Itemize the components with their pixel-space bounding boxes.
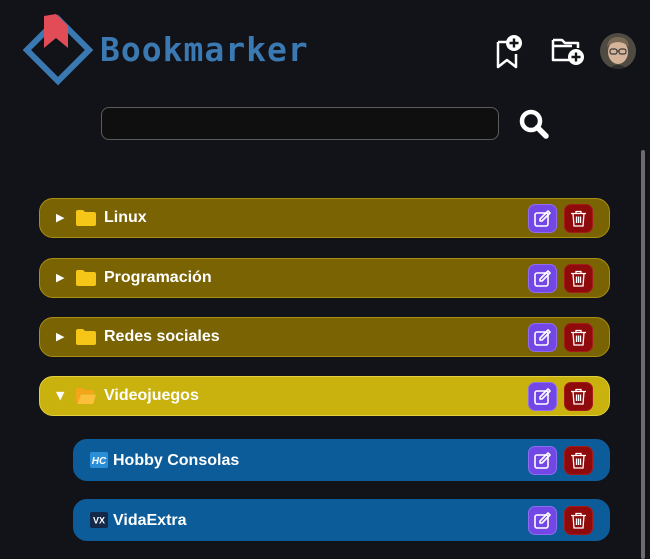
expand-toggle-icon[interactable]: ▶ — [56, 329, 68, 345]
bookmarker-logo[interactable] — [22, 14, 94, 86]
edit-icon — [534, 388, 551, 405]
edit-button[interactable] — [528, 382, 557, 411]
edit-icon — [534, 210, 551, 227]
bookmark-plus-icon[interactable] — [494, 34, 526, 70]
delete-button[interactable] — [564, 264, 593, 293]
folder-icon — [76, 210, 96, 226]
folder-open-icon — [76, 388, 96, 404]
trash-icon — [571, 270, 586, 287]
delete-button[interactable] — [564, 506, 593, 535]
search-icon[interactable] — [518, 108, 550, 140]
folder-row-videojuegos[interactable]: ▼ Videojuegos — [39, 376, 610, 416]
folder-row-redes-sociales[interactable]: ▶ Redes sociales — [39, 317, 610, 357]
folder-label: Videojuegos — [104, 387, 199, 404]
collapse-toggle-icon[interactable]: ▼ — [56, 388, 68, 404]
delete-button[interactable] — [564, 382, 593, 411]
folder-label: Redes sociales — [104, 328, 220, 345]
trash-icon — [571, 329, 586, 346]
search-input[interactable] — [101, 107, 499, 140]
edit-button[interactable] — [528, 323, 557, 352]
expand-toggle-icon[interactable]: ▶ — [56, 210, 68, 226]
delete-button[interactable] — [564, 204, 593, 233]
bookmark-row-vidaextra[interactable]: VX VidaExtra — [73, 499, 610, 541]
folder-icon — [76, 329, 96, 345]
edit-button[interactable] — [528, 506, 557, 535]
svg-text:HC: HC — [92, 456, 107, 467]
folder-label: Programación — [104, 269, 212, 286]
edit-icon — [534, 452, 551, 469]
hobby-consolas-favicon-icon: HC — [90, 452, 108, 468]
user-avatar[interactable] — [600, 33, 636, 69]
folder-plus-icon[interactable] — [550, 34, 586, 66]
delete-button[interactable] — [564, 323, 593, 352]
svg-text:VX: VX — [93, 516, 105, 526]
trash-icon — [571, 452, 586, 469]
edit-button[interactable] — [528, 264, 557, 293]
edit-button[interactable] — [528, 446, 557, 475]
folder-row-linux[interactable]: ▶ Linux — [39, 198, 610, 238]
app-title: Bookmarker — [100, 30, 309, 69]
edit-icon — [534, 329, 551, 346]
edit-button[interactable] — [528, 204, 557, 233]
delete-button[interactable] — [564, 446, 593, 475]
edit-icon — [534, 512, 551, 529]
folder-row-programacion[interactable]: ▶ Programación — [39, 258, 610, 298]
expand-toggle-icon[interactable]: ▶ — [56, 270, 68, 286]
trash-icon — [571, 388, 586, 405]
folder-label: Linux — [104, 209, 147, 226]
edit-icon — [534, 270, 551, 287]
bookmark-label: VidaExtra — [113, 512, 187, 529]
trash-icon — [571, 210, 586, 227]
bookmark-label: Hobby Consolas — [113, 452, 240, 469]
app-header: Bookmarker — [0, 0, 650, 100]
scrollbar[interactable] — [641, 150, 645, 559]
bookmark-row-hobby-consolas[interactable]: HC Hobby Consolas — [73, 439, 610, 481]
trash-icon — [571, 512, 586, 529]
folder-icon — [76, 270, 96, 286]
vidaextra-favicon-icon: VX — [90, 512, 108, 528]
